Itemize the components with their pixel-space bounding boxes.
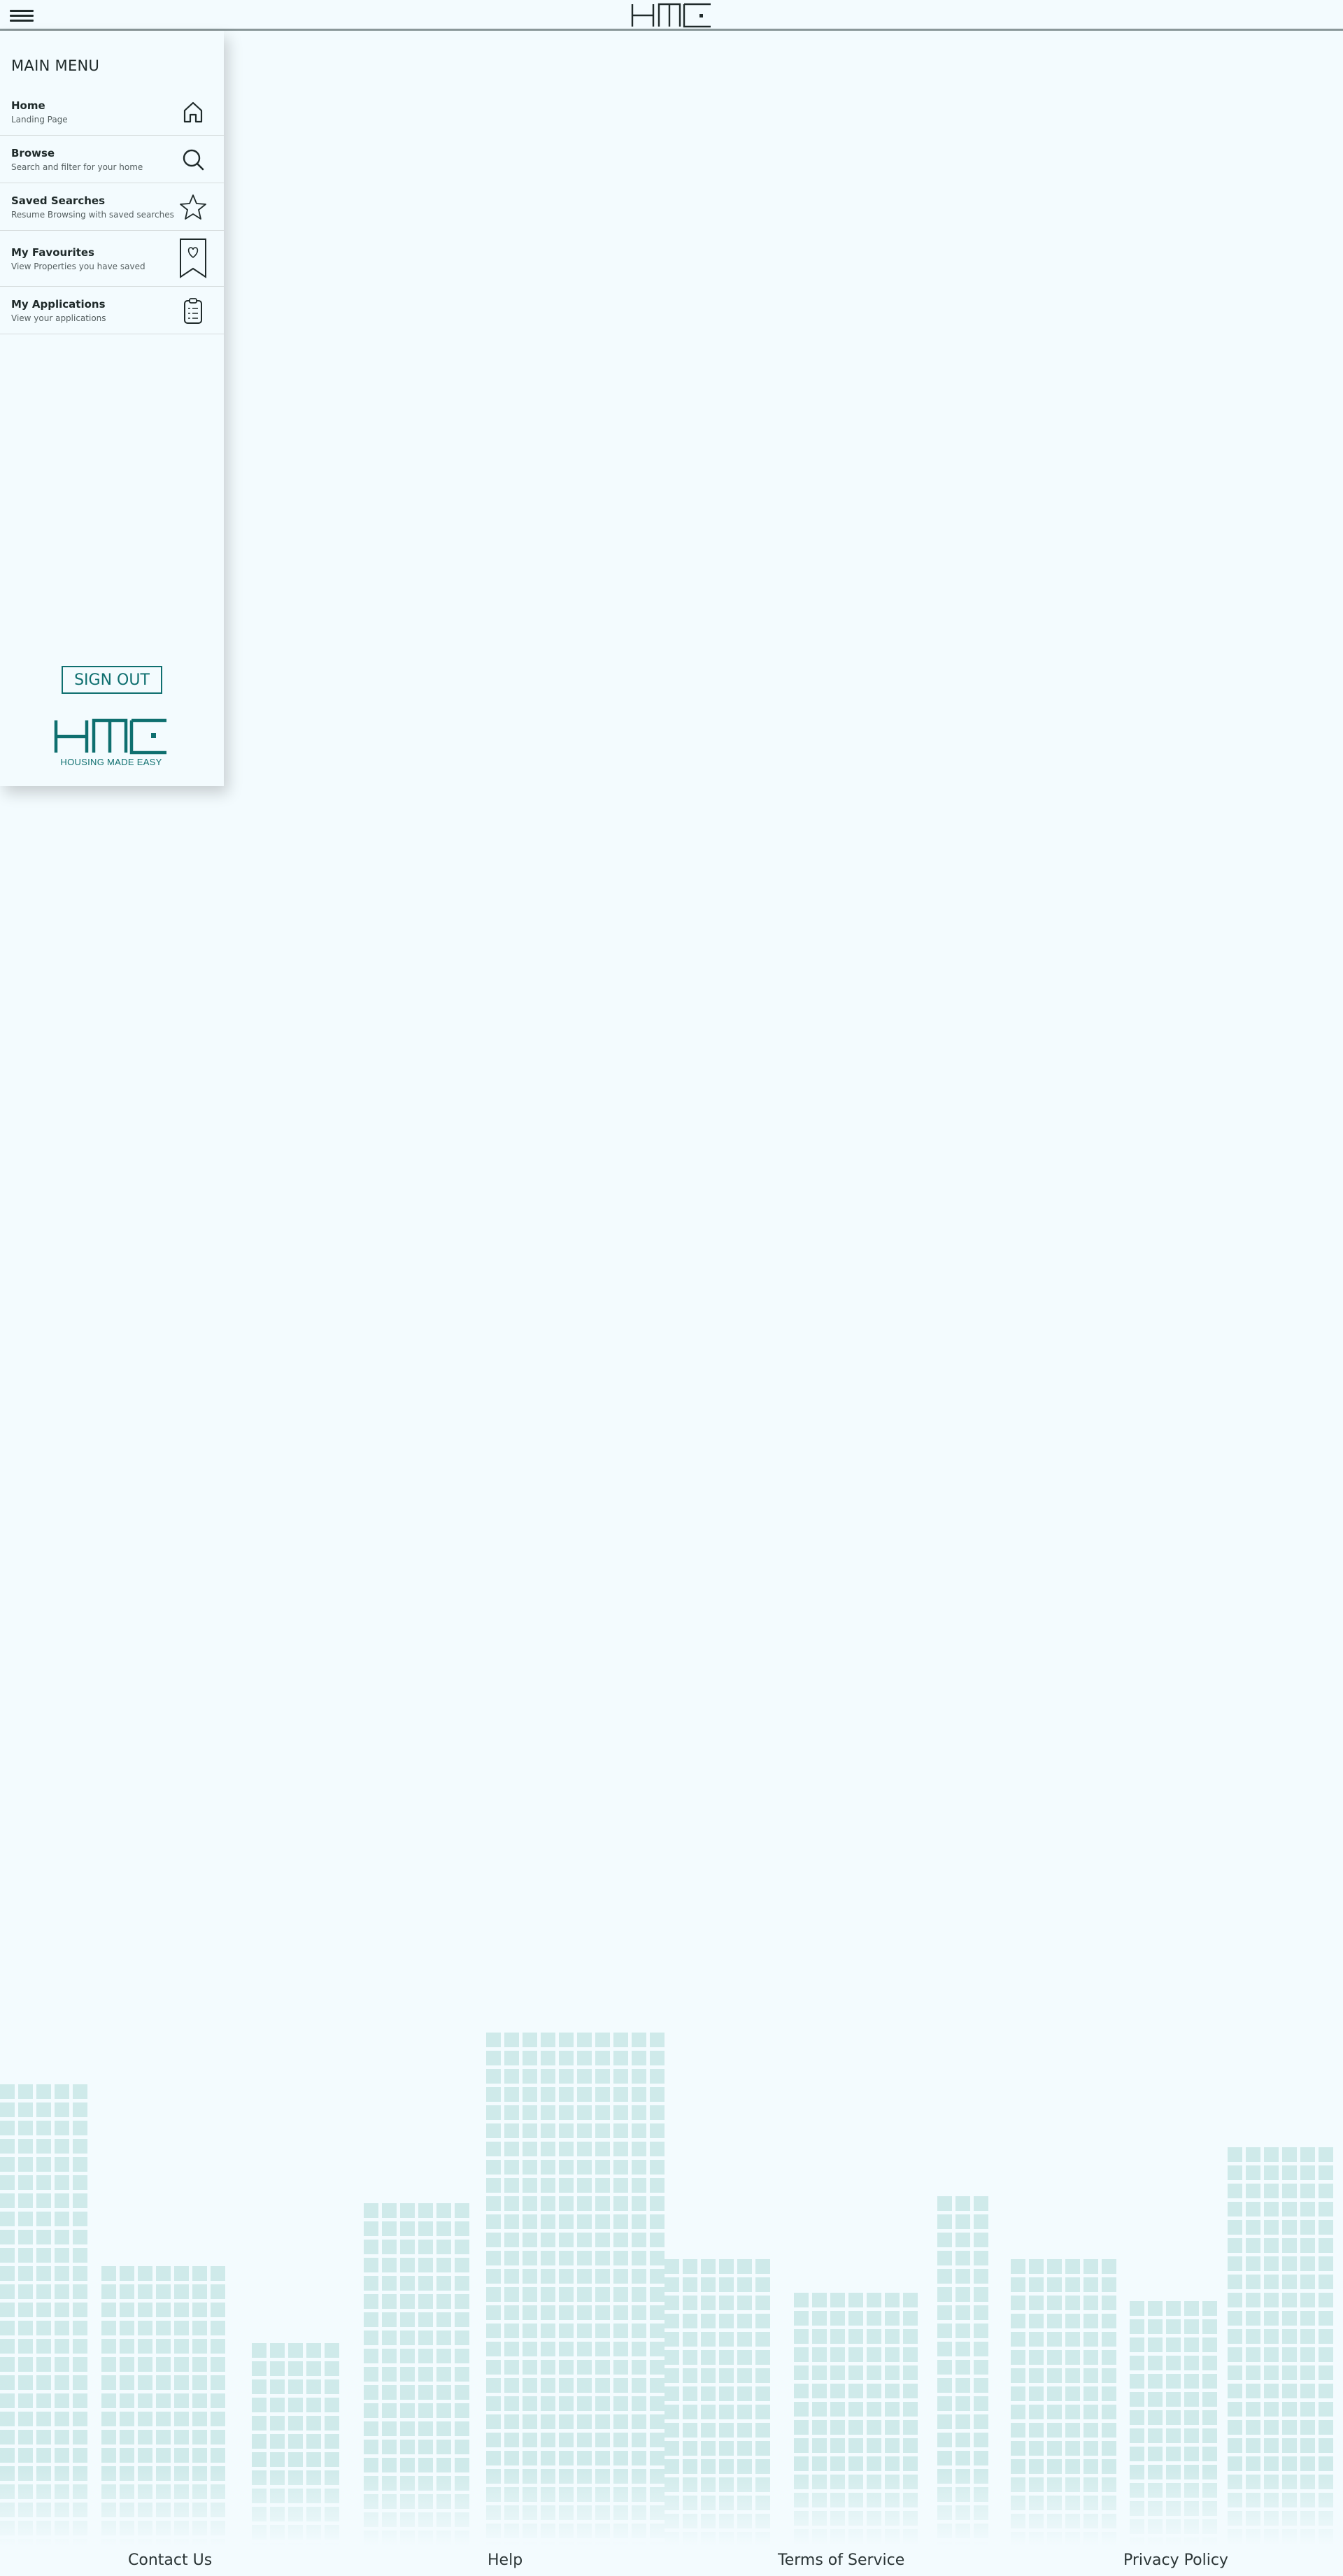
footer-link-help[interactable]: Help: [488, 2552, 523, 2569]
menu-item-subtitle: Resume Browsing with saved searches: [11, 210, 174, 220]
menu-item-subtitle: View Properties you have saved: [11, 262, 145, 271]
menu-item-subtitle: View your applications: [11, 313, 106, 323]
bookmark-heart-icon: [180, 239, 206, 278]
menu-item-label: Home: [11, 99, 45, 112]
menu-item-label: Browse: [11, 147, 55, 159]
brand-tagline: HOUSING MADE EASY: [60, 757, 162, 767]
side-drawer: MAIN MENU Home Landing Page Browse Searc…: [0, 31, 224, 786]
menu-item-home[interactable]: Home Landing Page: [0, 88, 224, 136]
hamburger-icon[interactable]: [10, 7, 34, 24]
top-bar: [0, 0, 1343, 31]
menu-title: MAIN MENU: [11, 57, 100, 74]
menu-item-my-favourites[interactable]: My Favourites View Properties you have s…: [0, 231, 224, 287]
city-skyline-illustration: [0, 2028, 1343, 2546]
hme-logo[interactable]: [630, 1, 713, 29]
footer: Contact Us Help Terms of Service Privacy…: [0, 2546, 1343, 2576]
search-icon: [183, 149, 204, 171]
menu-item-label: My Favourites: [11, 246, 94, 259]
menu-item-subtitle: Landing Page: [11, 115, 68, 124]
menu-item-saved-searches[interactable]: Saved Searches Resume Browsing with save…: [0, 183, 224, 231]
footer-link-contact-us[interactable]: Contact Us: [128, 2552, 212, 2569]
menu-item-subtitle: Search and filter for your home: [11, 162, 143, 172]
menu-item-browse[interactable]: Browse Search and filter for your home: [0, 136, 224, 183]
sign-out-button[interactable]: SIGN OUT: [62, 666, 162, 694]
menu-item-label: Saved Searches: [11, 194, 106, 207]
hme-logo-mark: [54, 718, 166, 755]
footer-link-terms-of-service[interactable]: Terms of Service: [778, 2552, 904, 2569]
page: MAIN MENU Home Landing Page Browse Searc…: [0, 0, 1343, 2576]
home-icon: [183, 101, 203, 123]
menu-item-label: My Applications: [11, 298, 106, 311]
star-icon: [180, 194, 206, 220]
menu-list: Home Landing Page Browse Search and filt…: [0, 88, 224, 334]
clipboard-icon: [184, 298, 202, 324]
menu-item-my-applications[interactable]: My Applications View your applications: [0, 287, 224, 334]
hme-brand-logo: HOUSING MADE EASY: [52, 718, 171, 774]
footer-link-privacy-policy[interactable]: Privacy Policy: [1123, 2552, 1228, 2569]
